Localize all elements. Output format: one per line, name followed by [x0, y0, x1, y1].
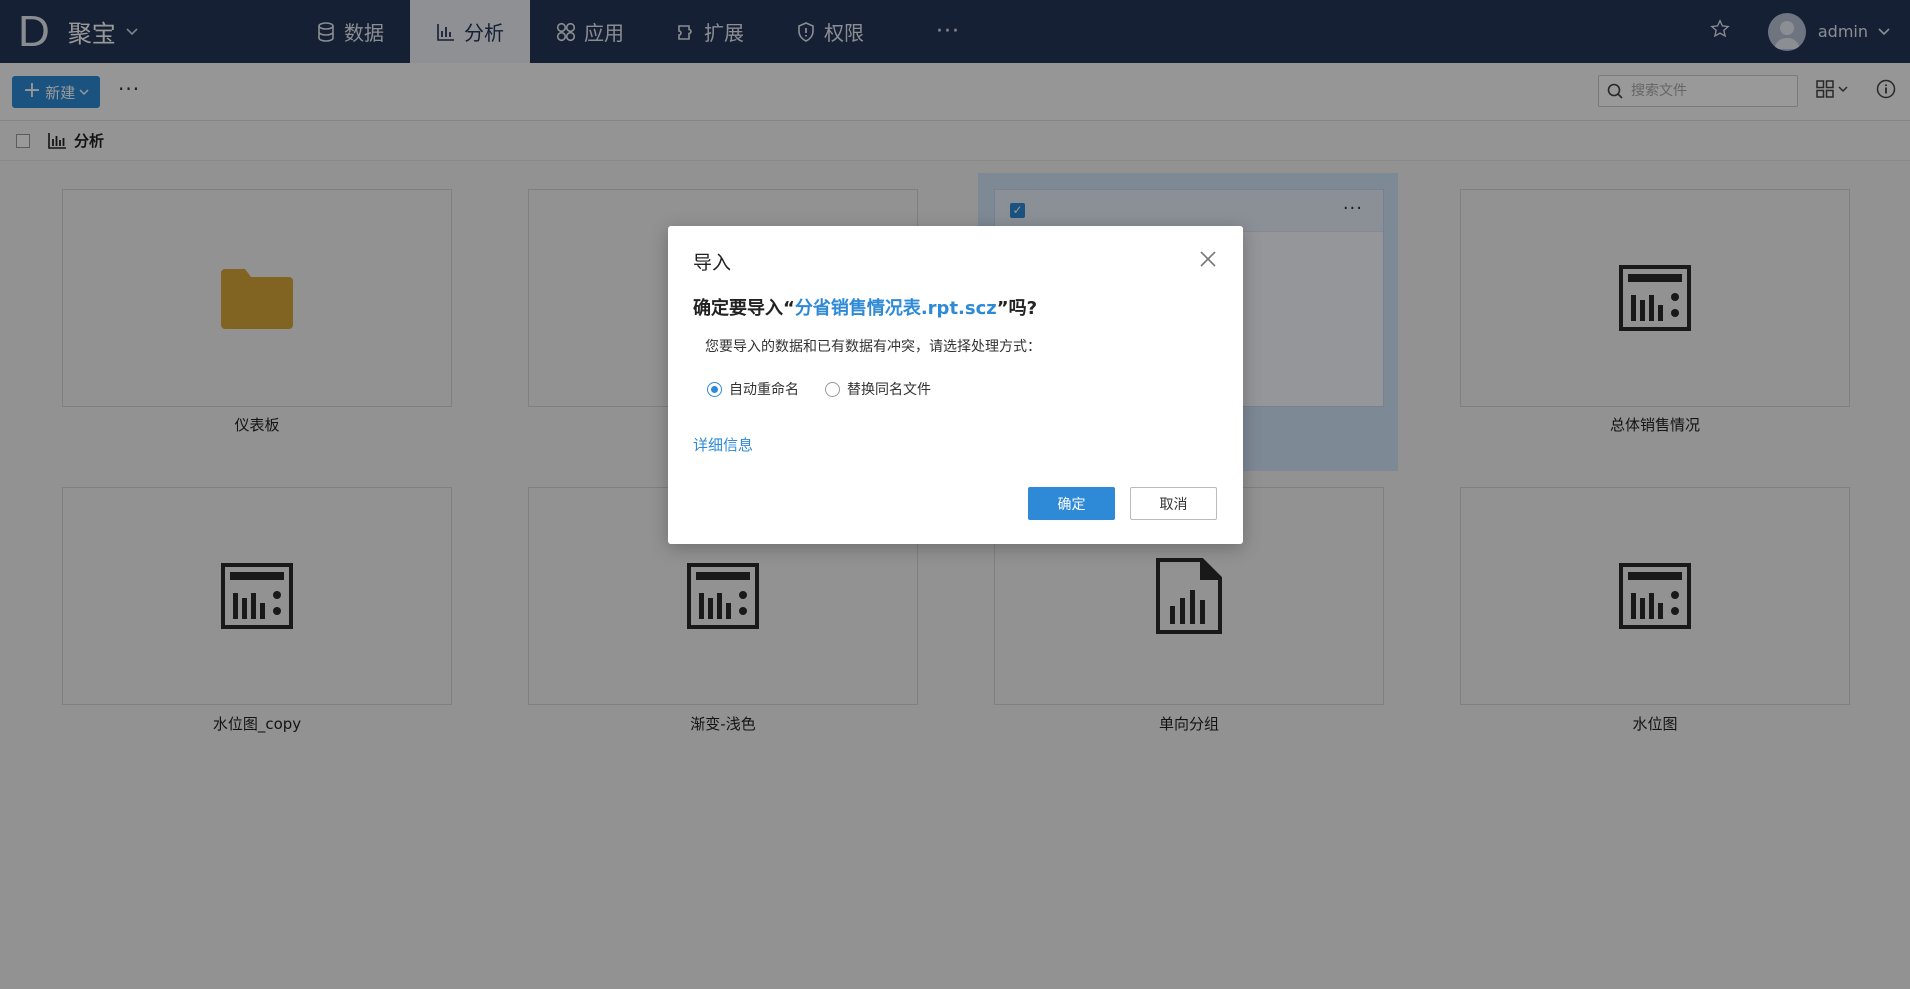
- import-dialog: 导入 确定要导入“分省销售情况表.rpt.scz”吗? 您要导入的数据和已有数据…: [668, 226, 1243, 544]
- dialog-description: 您要导入的数据和已有数据有冲突，请选择处理方式：: [705, 339, 1041, 355]
- radio-label: 自动重命名: [729, 382, 799, 398]
- question-prefix: 确定要导入“: [693, 298, 795, 319]
- radio-button[interactable]: [825, 381, 840, 397]
- dialog-question: 确定要导入“分省销售情况表.rpt.scz”吗?: [693, 294, 1037, 320]
- radio-replace-same-name[interactable]: 替换同名文件: [825, 379, 931, 399]
- question-suffix: ”吗?: [996, 298, 1038, 319]
- conflict-options: 自动重命名 替换同名文件: [707, 379, 931, 399]
- radio-label: 替换同名文件: [847, 382, 931, 398]
- dialog-title: 导入: [693, 252, 732, 274]
- radio-button-checked[interactable]: [707, 381, 722, 397]
- import-filename: 分省销售情况表.rpt.scz: [794, 298, 997, 319]
- radio-auto-rename[interactable]: 自动重命名: [707, 379, 799, 399]
- cancel-button[interactable]: 取消: [1130, 487, 1217, 520]
- details-link[interactable]: 详细信息: [693, 434, 753, 455]
- close-icon[interactable]: [1199, 250, 1217, 268]
- confirm-button[interactable]: 确定: [1028, 487, 1115, 520]
